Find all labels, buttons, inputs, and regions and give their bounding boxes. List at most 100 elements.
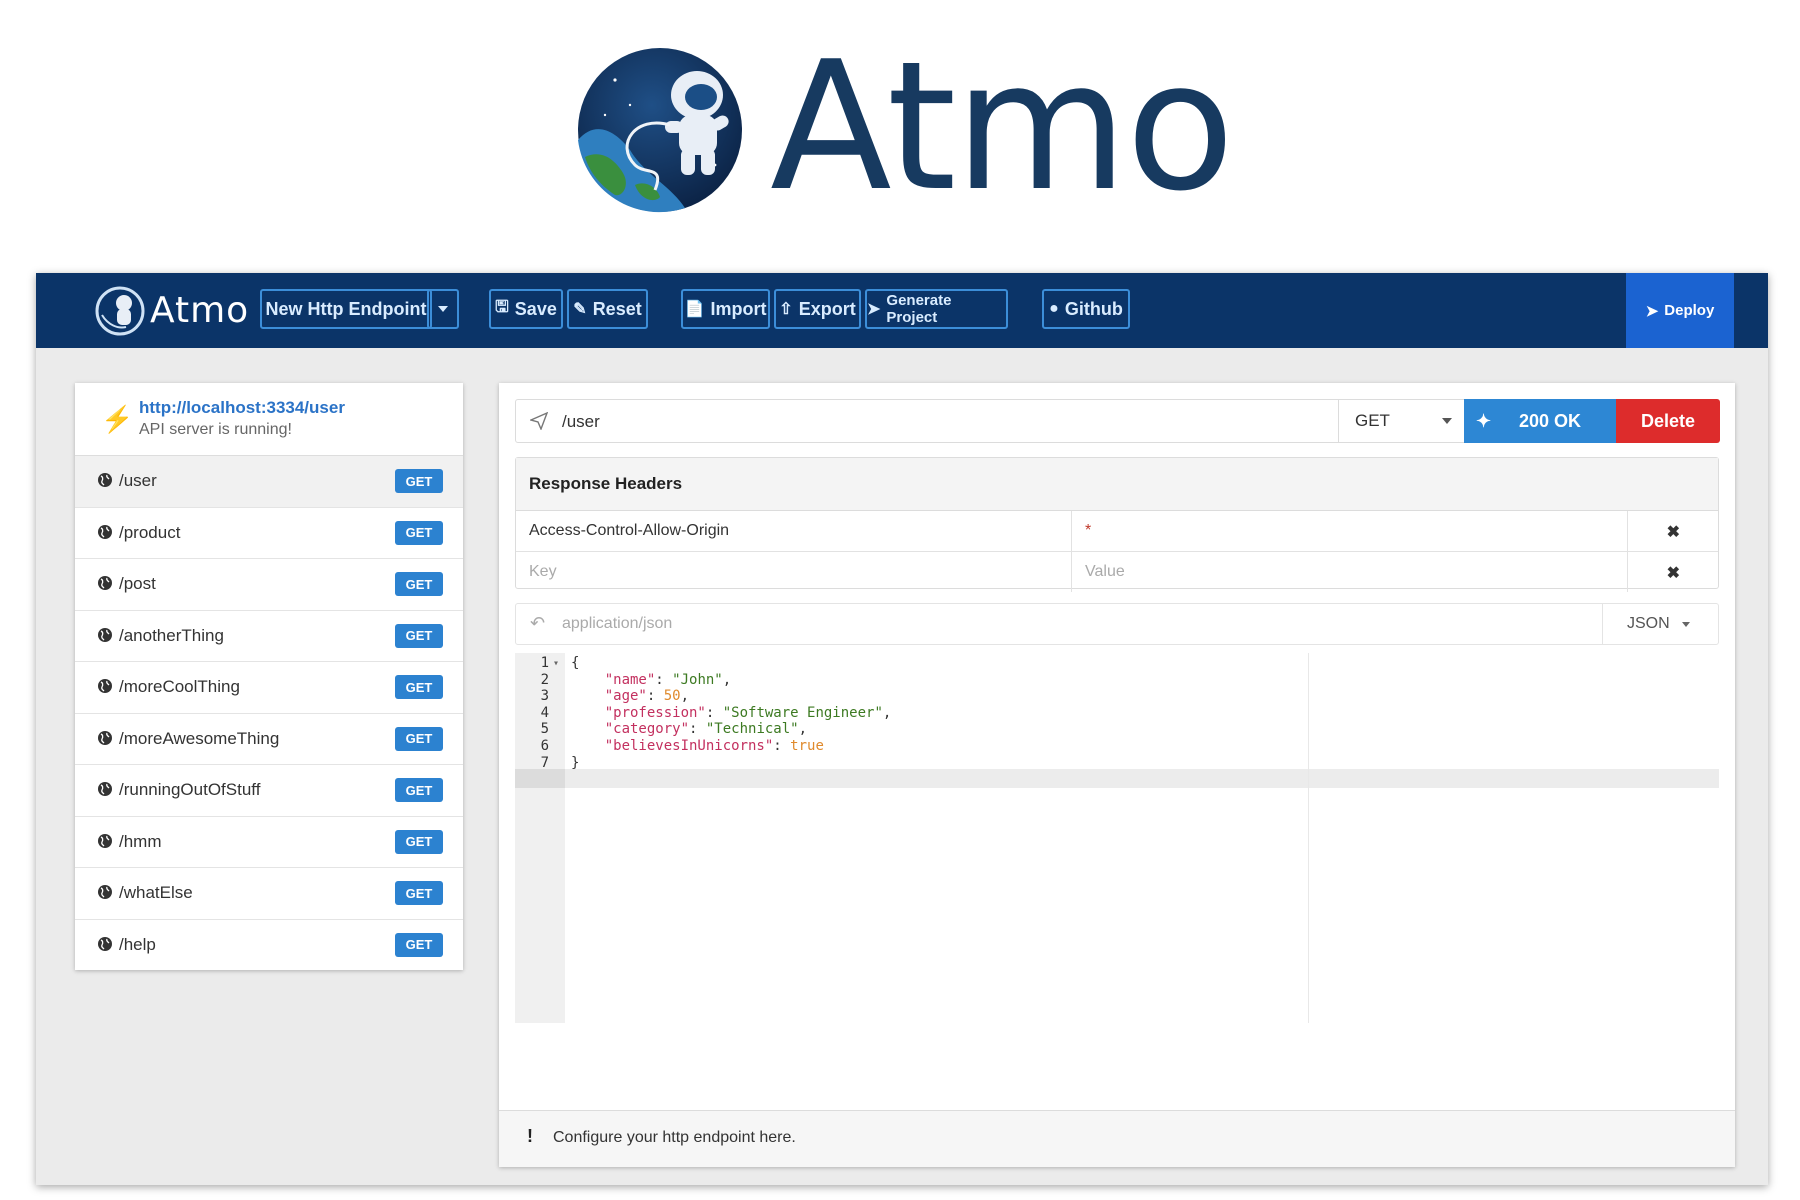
floppy-icon: 🖫 (495, 298, 509, 316)
github-label: Github (1064, 298, 1123, 319)
astronaut-logo-icon (95, 286, 145, 335)
caret-down-icon (438, 306, 448, 312)
route-path: /whatElse (119, 883, 193, 903)
magic-wand-icon: ✦ (1476, 411, 1492, 431)
reply-icon: ↶ (530, 613, 546, 633)
status-code-button[interactable]: ✦ 200 OK (1464, 399, 1616, 443)
delete-button[interactable]: Delete (1616, 399, 1720, 443)
github-button[interactable]: ● Github (1042, 289, 1130, 329)
method-badge: GET (395, 778, 443, 803)
remove-header-icon[interactable]: ✖ (1667, 563, 1680, 583)
new-endpoint-dropdown[interactable] (427, 289, 459, 329)
method-badge: GET (395, 520, 443, 545)
save-label: Save (514, 298, 557, 319)
caret-down-icon (1682, 622, 1690, 627)
header-key-input[interactable]: Key (516, 552, 1072, 592)
route-path: /user (119, 471, 157, 491)
route-path: /post (119, 574, 156, 594)
header-new-row: Key Value ✖ (516, 552, 1718, 592)
header-value-input[interactable]: Value (1072, 552, 1628, 592)
endpoint-sidebar: ⚡ http://localhost:3334/user API server … (75, 383, 463, 970)
caret-down-icon (1442, 418, 1452, 424)
route-path: /hmm (119, 831, 162, 851)
new-endpoint-label: New Http Endpoint (265, 298, 427, 319)
method-badge: GET (395, 469, 443, 494)
globe-icon (98, 524, 112, 539)
sidebar-route-item[interactable]: /anotherThing GET (75, 611, 463, 662)
method-badge: GET (395, 623, 443, 648)
import-button[interactable]: 📄 Import (681, 289, 770, 329)
header-value-field[interactable]: * (1072, 511, 1628, 551)
server-status: ⚡ http://localhost:3334/user API server … (75, 383, 463, 456)
generate-project-button[interactable]: ➤ Generate Project (865, 289, 1008, 329)
route-path: /anotherThing (119, 625, 224, 645)
content-type-input[interactable]: application/json (562, 615, 672, 633)
exclamation-icon: ! (527, 1126, 533, 1146)
nav-brand[interactable]: Atmo (94, 283, 249, 338)
code-text: } (571, 754, 580, 771)
globe-icon (98, 627, 112, 642)
method-badge: GET (395, 572, 443, 597)
hero-banner: Atmo (0, 0, 1800, 250)
globe-icon (98, 782, 112, 796)
method-select[interactable]: GET (1338, 400, 1464, 442)
delete-label: Delete (1640, 410, 1696, 431)
response-headers-table: Response Headers Access-Control-Allow-Or… (515, 457, 1719, 592)
endpoint-url-row: /user GET ✦ 200 OK Delete (515, 399, 1720, 443)
sidebar-route-item[interactable]: /product GET (75, 508, 463, 559)
globe-icon (98, 936, 112, 951)
route-path: /help (119, 934, 156, 954)
remove-header-icon[interactable]: ✖ (1667, 522, 1680, 542)
sidebar-route-item[interactable]: /hmm GET (75, 817, 463, 868)
method-badge: GET (395, 932, 443, 957)
generate-project-label: Generate Project (886, 292, 952, 326)
globe-icon (98, 679, 112, 693)
status-code-label: 200 OK (1518, 410, 1582, 431)
route-path: /moreCoolThing (119, 677, 240, 697)
globe-icon (98, 730, 112, 745)
response-headers-title: Response Headers (516, 458, 1718, 511)
save-button[interactable]: 🖫 Save (489, 289, 563, 329)
footer-message: Configure your http endpoint here. (553, 1129, 796, 1146)
export-button[interactable]: ⇧ Export (774, 289, 861, 329)
paper-plane-icon: ➤ (1645, 302, 1659, 320)
export-label: Export (798, 298, 856, 319)
hero-title: Atmo (770, 23, 1235, 230)
app-window: Atmo New Http Endpoint 🖫 Save ✎ Reset 📄 … (36, 273, 1768, 1185)
bolt-icon: ⚡ (101, 404, 134, 434)
deploy-button[interactable]: ➤ Deploy (1626, 273, 1734, 348)
method-badge: GET (395, 675, 443, 700)
sidebar-route-item[interactable]: /post GET (75, 559, 463, 611)
sidebar-route-item[interactable]: /moreCoolThing GET (75, 662, 463, 714)
method-badge: GET (395, 726, 443, 751)
globe-icon (98, 576, 112, 590)
endpoint-path-input[interactable]: /user (562, 412, 600, 432)
route-path: /product (119, 522, 181, 542)
sidebar-route-item[interactable]: /moreAwesomeThing GET (75, 714, 463, 765)
globe-icon (98, 885, 112, 899)
sidebar-route-item[interactable]: /whatElse GET (75, 868, 463, 920)
server-url-link[interactable]: http://localhost:3334/user (139, 398, 345, 418)
method-badge: GET (395, 881, 443, 906)
sidebar-route-item[interactable]: /user GET (75, 456, 463, 508)
plane-icon: ➤ (867, 301, 881, 318)
globe-icon (98, 473, 112, 487)
endpoint-editor-panel: /user GET ✦ 200 OK Delete Response Heade… (499, 383, 1735, 1167)
server-status-text: API server is running! (139, 421, 292, 438)
github-icon: ● (1049, 300, 1059, 317)
globe-icon (98, 833, 112, 848)
sidebar-route-item[interactable]: /runningOutOfStuff GET (75, 765, 463, 817)
format-value: JSON (1627, 615, 1670, 632)
code-line: 7} (515, 754, 1719, 773)
upload-icon: ⇧ (779, 301, 793, 318)
content-type-row: ↶ application/json JSON (515, 603, 1719, 645)
reset-button[interactable]: ✎ Reset (567, 289, 648, 329)
navbar: Atmo New Http Endpoint 🖫 Save ✎ Reset 📄 … (36, 273, 1768, 348)
format-select[interactable]: JSON (1602, 604, 1718, 644)
route-list: /user GET/product GET/post GET/anotherThing… (75, 456, 463, 970)
sidebar-route-item[interactable]: /help GET (75, 920, 463, 971)
send-icon (530, 412, 548, 430)
code-editor[interactable]: 1 ▾{2 "name": "John", 3 "age": 50, 4 "profe… (515, 653, 1719, 1023)
header-key-field[interactable]: Access-Control-Allow-Origin (516, 511, 1072, 551)
new-endpoint-button[interactable]: New Http Endpoint (260, 289, 432, 329)
